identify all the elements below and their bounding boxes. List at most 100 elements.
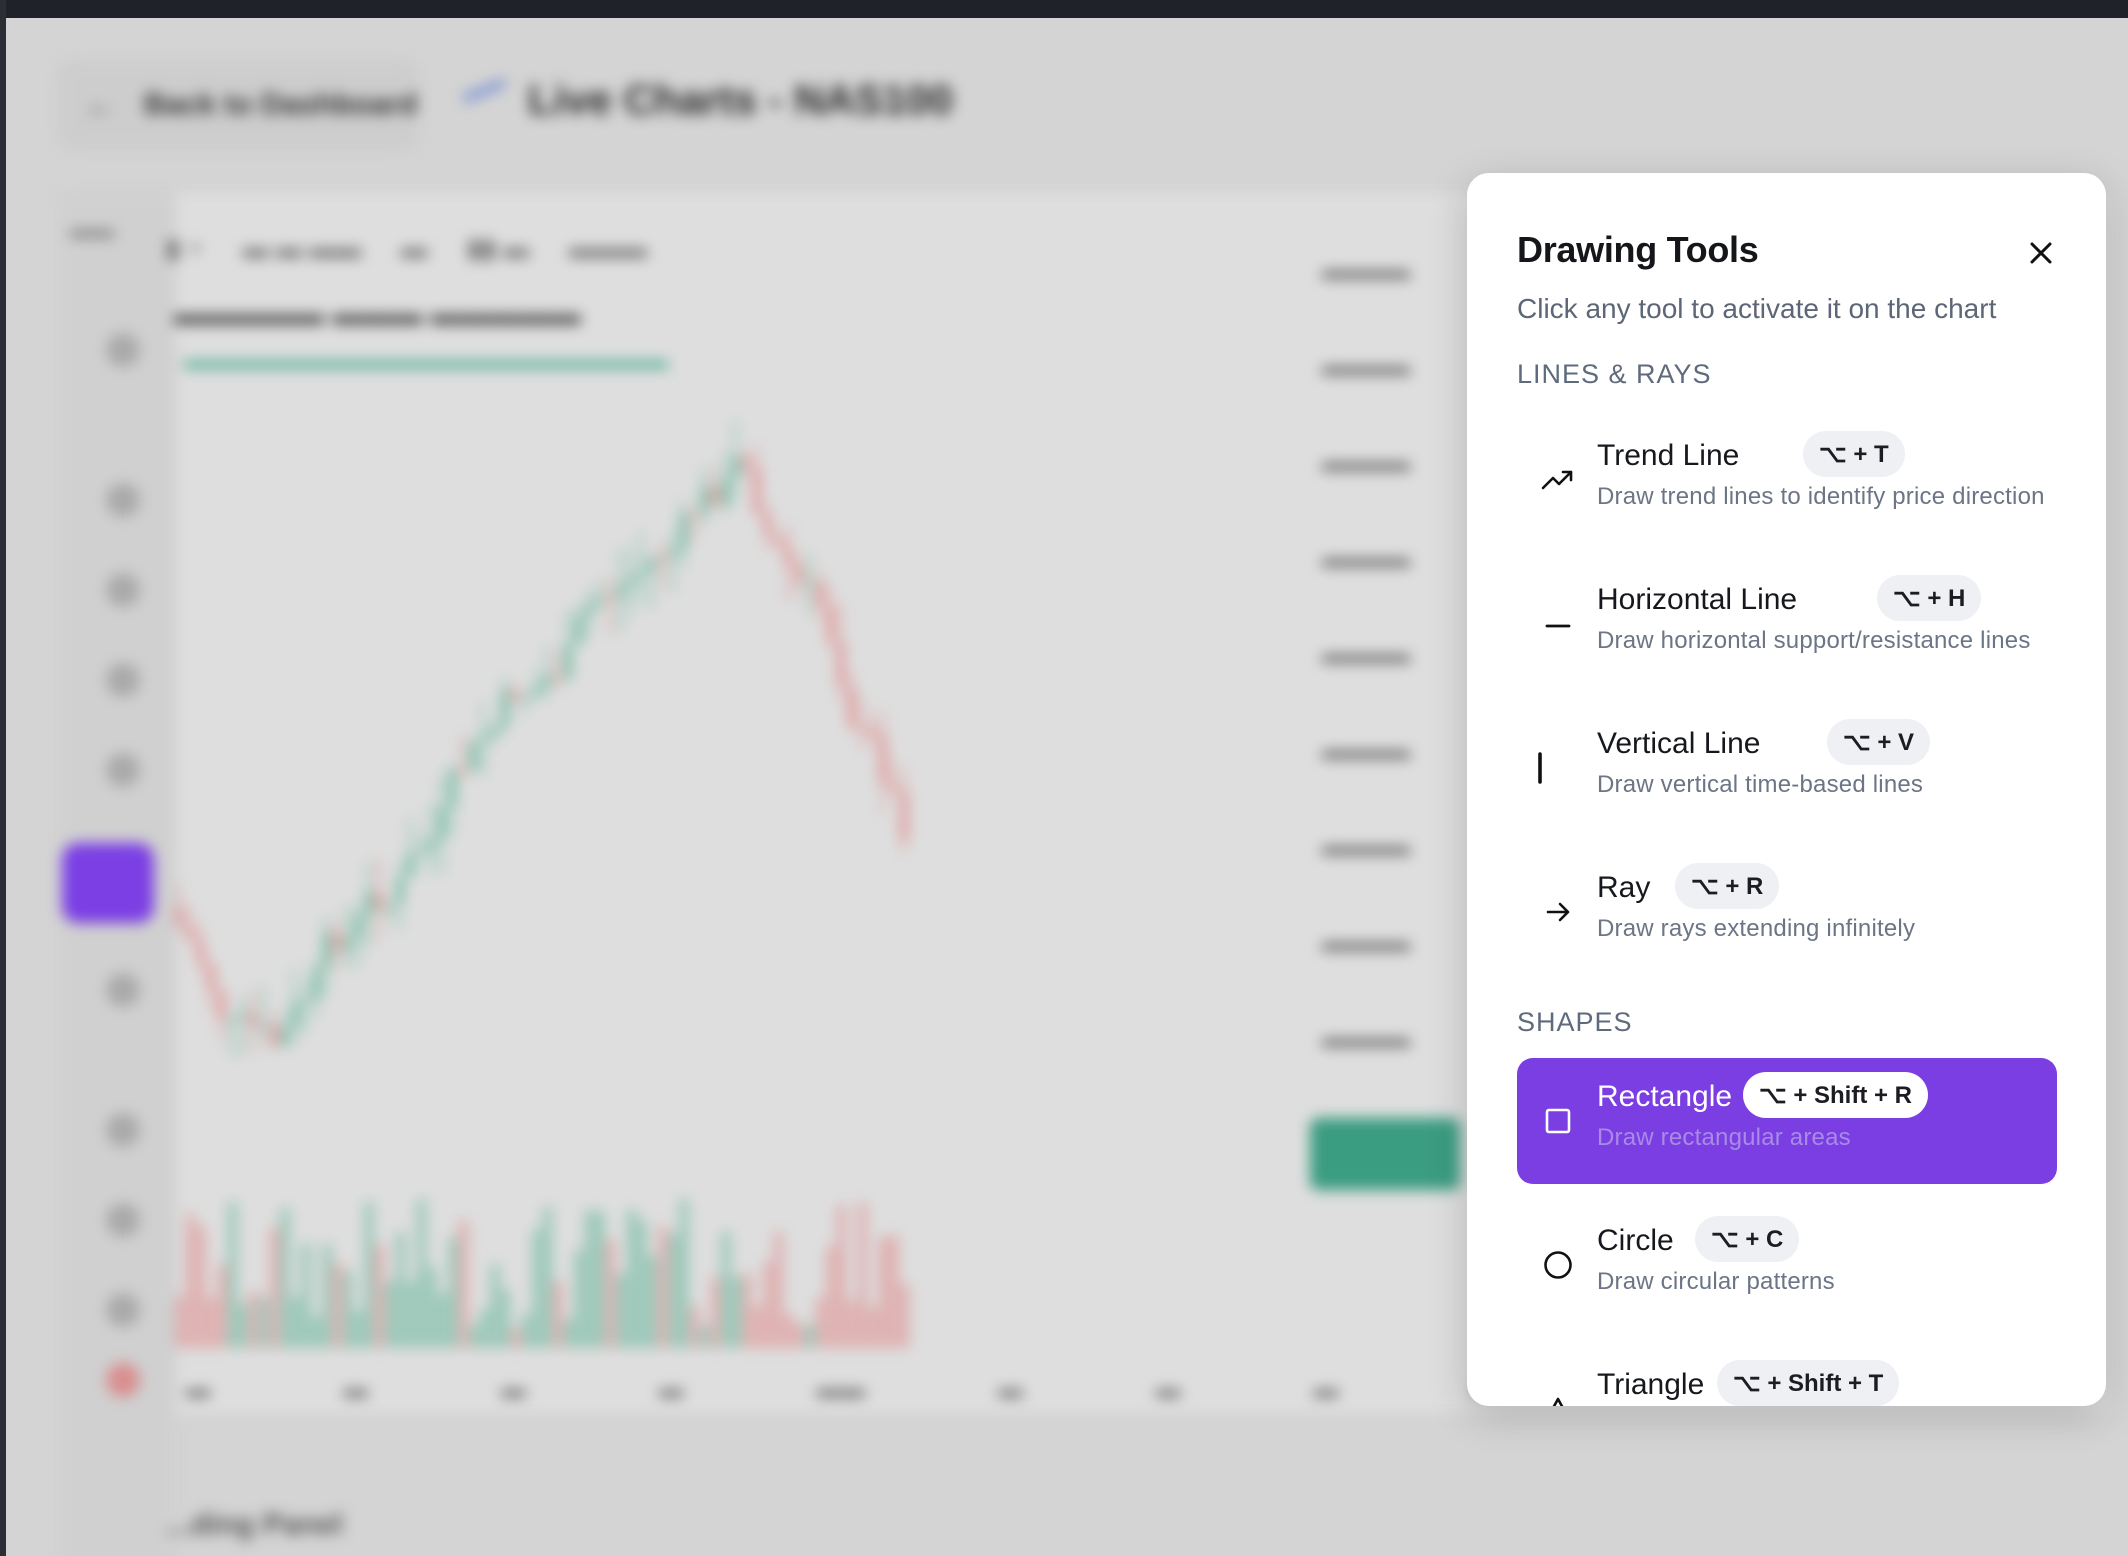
shortcut-badge: ⌥ + R [1675,863,1780,909]
candle-body [837,641,845,687]
price-tick: ▬▬▬▬ [1322,738,1410,763]
candle-body [816,581,824,606]
volume-bar [795,1323,804,1348]
candle-body [753,467,761,514]
price-tick: ▬▬▬▬ [1322,258,1410,283]
time-tick: ▬▬ [816,1376,865,1403]
volume-bar [449,1237,457,1348]
candle-body [701,486,708,514]
volume-bar [879,1235,888,1348]
volume-bar [753,1306,762,1348]
volume-bar [669,1234,678,1348]
tool-triangle[interactable]: Triangle ⌥ + Shift + T [1517,1346,2057,1406]
trend-icon [106,483,140,517]
trend-line-icon [1539,461,1577,499]
candle-body [659,557,666,562]
tool-vertical-line[interactable]: Vertical Line ⌥ + V Draw vertical time-b… [1517,705,2057,831]
volume-bar [438,1293,447,1348]
volume-bar [606,1239,615,1348]
brush-tool-icon [106,1203,140,1237]
volume-bar [302,1243,310,1348]
price-tick: ▬▬▬▬ [1322,834,1410,859]
volume-bar [228,1201,237,1348]
volume-bar [291,1297,300,1348]
volume-bar [900,1284,909,1348]
volume-bar [638,1220,646,1348]
candle-body [417,850,425,855]
volume-bar [480,1309,489,1348]
candle-body [291,1002,299,1028]
toolbar-blur-2: ▬ ▬ ▬▬ [242,232,362,263]
candle-body [512,690,519,699]
candle-body [459,769,467,774]
circle-tool-icon [106,973,140,1007]
ray-icon [106,753,140,787]
horizontal-line-icon [1539,605,1577,643]
price-tick: ▬▬▬▬ [1322,546,1410,571]
volume-bar [470,1325,478,1348]
tool-name: Trend Line [1597,439,1740,472]
tool-name: Triangle [1597,1368,1705,1401]
price-tick: ▬▬▬▬ [1322,642,1410,667]
candle-body [438,807,446,839]
volume-bar [858,1202,867,1348]
tool-rectangle[interactable]: Rectangle ⌥ + Shift + R Draw rectangular… [1517,1058,2057,1184]
rail-label: ▬▬ [70,217,114,242]
time-tick: ▬ [501,1376,526,1403]
close-button[interactable] [2017,229,2065,277]
volume-bar [617,1273,625,1348]
vertical-line-icon [1521,749,1559,787]
shortcut-badge: ⌥ + C [1695,1216,1800,1262]
volume-bar [533,1229,541,1348]
candle-body [669,549,677,559]
volume-bar [312,1316,321,1348]
shortcut-badge: ⌥ + T [1803,431,1905,477]
volume-bar [827,1246,835,1348]
volume-bar [186,1213,195,1348]
candle-body [774,534,782,547]
tool-ray[interactable]: Ray ⌥ + R Draw rays extending infinitely [1517,849,2057,975]
candle-body [785,546,792,566]
close-icon [2030,242,2052,264]
volume-bar [386,1281,394,1348]
volume-bar [869,1307,877,1348]
price-tick: ▬▬▬▬ [1322,450,1410,475]
window-left-edge [0,0,6,1556]
candle-body [596,596,603,605]
volume-bar [711,1277,720,1348]
volume-bar [764,1261,772,1348]
candle-body [648,557,656,571]
volume-bar [837,1205,846,1348]
price-axis: ▬▬▬▬ ▬▬▬▬ ▬▬▬▬ ▬▬▬▬ ▬▬▬▬ ▬▬▬▬ ▬▬▬▬ ▬▬▬▬ ▬▬▬▬… [1322,258,1472,1218]
candle-body [323,932,330,969]
candle-body [197,940,204,964]
volume-bar [459,1220,468,1348]
candle-body [375,892,383,910]
candle-body [344,938,351,952]
bottom-panel-label: ...ding Panel [166,1508,343,1541]
candle-body [207,963,215,991]
tool-circle[interactable]: Circle ⌥ + C Draw circular patterns [1517,1202,2057,1328]
volume-bar [260,1297,268,1348]
candle-body [543,674,551,687]
volume-bar [774,1231,783,1348]
volume-bar [522,1313,531,1348]
section-shapes: SHAPES [1517,1007,1633,1037]
candle-body [365,892,372,916]
eraser-tool-icon [106,1293,140,1327]
volume-bar [785,1314,793,1348]
volume-bar [407,1281,415,1348]
volume-bar [680,1199,688,1348]
tool-name: Vertical Line [1597,727,1761,760]
vline-icon [106,663,140,697]
volume-bar [396,1232,405,1348]
rectangle-icon [1539,1102,1577,1140]
candle-body [333,932,341,952]
tool-horizontal-line[interactable]: Horizontal Line ⌥ + H Draw horizontal su… [1517,561,2057,687]
volume-bar [512,1327,520,1348]
hline-icon [106,573,140,607]
tool-trend-line[interactable]: Trend Line ⌥ + T Draw trend lines to ide… [1517,417,2057,543]
price-tick: ▬▬▬▬ [1322,1026,1410,1051]
volume-bar [554,1281,562,1348]
volume-bar [627,1209,636,1348]
